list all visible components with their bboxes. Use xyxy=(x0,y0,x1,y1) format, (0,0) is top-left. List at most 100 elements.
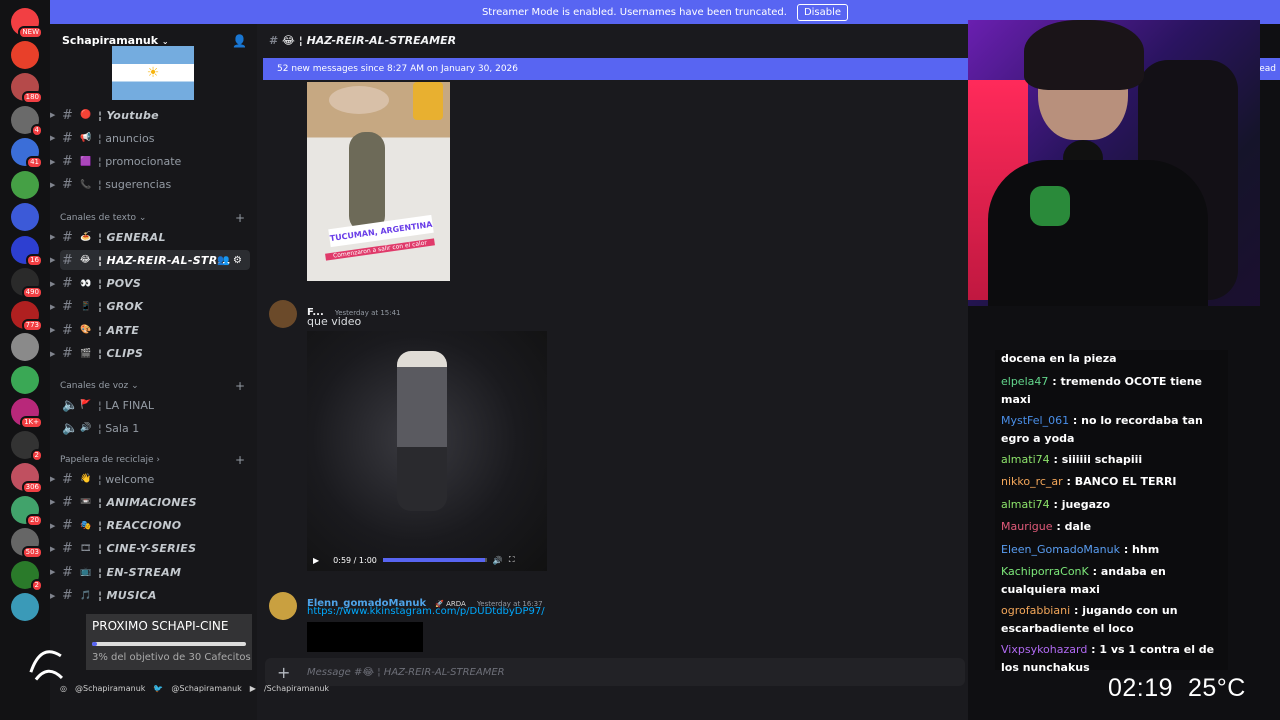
channel-label: ¦ HAZ-REIR-AL-STR... xyxy=(98,253,232,267)
chat-username[interactable]: KachiporraConK xyxy=(1001,565,1089,578)
disable-button[interactable]: Disable xyxy=(796,3,849,21)
chat-username[interactable]: almati74 xyxy=(1001,453,1050,466)
server-icon[interactable]: 20 xyxy=(11,495,43,527)
channel-welcome[interactable]: ▶ # 👋 ¦ welcome xyxy=(50,469,250,489)
chat-text: juegazo xyxy=(1061,497,1111,511)
channel-emoji-icon: 🎬 xyxy=(80,348,92,359)
mark-read-text[interactable]: ead xyxy=(1259,64,1276,74)
channel-label: ¦ welcome xyxy=(98,472,155,486)
channel-promocionate[interactable]: ▶ # 🟪 ¦ promocionate xyxy=(50,152,250,172)
chat-message: almati74 : juegazo xyxy=(1001,497,1111,511)
channel-arte[interactable]: ▶ # 🎨 ¦ ARTE xyxy=(50,320,250,340)
video-progress[interactable] xyxy=(382,558,487,562)
instagram-handle: @Schapiramanuk xyxy=(74,683,146,693)
add-channel-icon[interactable]: + xyxy=(235,453,245,467)
channel-animaciones[interactable]: ▶ # 📼 ¦ ANIMACIONES xyxy=(50,492,250,512)
add-channel-icon[interactable]: + xyxy=(235,211,245,225)
chevron-right-icon: ▶ xyxy=(50,591,56,600)
channel-emoji-icon: 🎭 xyxy=(80,520,92,531)
server-icon[interactable] xyxy=(11,365,39,394)
server-icon[interactable] xyxy=(11,333,39,361)
channel-label: ¦ anuncios xyxy=(98,131,155,145)
add-attachment-icon[interactable]: + xyxy=(277,663,290,682)
category-voz[interactable]: Canales de voz ⌄ xyxy=(60,381,139,391)
server-icon[interactable]: 180 xyxy=(11,73,43,104)
server-icon[interactable] xyxy=(11,170,39,199)
hash-icon: # xyxy=(62,322,73,338)
channel-youtube[interactable]: ▶ # 🔴 ¦ Youtube xyxy=(50,105,250,125)
chevron-right-icon: ▶ xyxy=(50,475,56,483)
channel-anuncios[interactable]: ▶ # 📢 ¦ anuncios xyxy=(50,128,250,148)
channel-grok[interactable]: ▶ # 📱 ¦ GROK xyxy=(50,297,250,317)
unread-badge: 773 xyxy=(21,318,43,332)
sun-icon: ☀ xyxy=(146,65,160,81)
server-icon[interactable]: 2 xyxy=(11,560,43,592)
channel-povs[interactable]: ▶ # 👀 ¦ POVS xyxy=(50,274,250,294)
clock: 02:19 xyxy=(1108,674,1174,702)
server-icon[interactable]: 306 xyxy=(11,463,43,494)
hash-icon: # xyxy=(62,252,73,268)
video-player[interactable] xyxy=(307,331,547,571)
server-icon[interactable] xyxy=(11,40,39,69)
channel-sugerencias[interactable]: ▶ # 📞 ¦ sugerencias xyxy=(50,175,250,195)
server-icon[interactable]: NEW xyxy=(11,8,43,39)
channel-label: ¦ sugerencias xyxy=(98,178,172,192)
server-icon[interactable] xyxy=(11,593,39,621)
fullscreen-icon[interactable]: ⛶ xyxy=(509,555,515,565)
server-icon[interactable]: 490 xyxy=(11,268,43,299)
channel-la-final[interactable]: 🔈 🚩 ¦ LA FINAL xyxy=(60,395,250,415)
settings-icon[interactable]: 👥 ⚙ xyxy=(217,255,242,266)
temperature: 25°C xyxy=(1187,674,1246,702)
server-icon[interactable]: 2 xyxy=(11,430,43,462)
chat-username[interactable]: Eleen_GomadoManuk xyxy=(1001,543,1120,556)
avatar[interactable] xyxy=(269,300,297,328)
avatar[interactable] xyxy=(269,592,297,620)
chevron-right-icon: ▶ xyxy=(50,180,56,189)
unread-badge: 16 xyxy=(26,253,43,267)
chat-username[interactable]: Vixpsykohazard xyxy=(1001,643,1087,656)
channel-en-stream[interactable]: ▶ # 📺 ¦ EN-STREAM xyxy=(50,562,250,582)
chat-username[interactable]: almati74 xyxy=(1001,498,1050,511)
play-icon[interactable]: ▶ xyxy=(313,556,319,565)
channel-label: ¦ GROK xyxy=(98,300,144,314)
channel-general[interactable]: ▶ # 🍝 ¦ GENERAL xyxy=(50,227,250,247)
add-member-icon[interactable]: 👤 xyxy=(232,34,247,48)
server-icon[interactable]: 773 xyxy=(11,300,43,332)
channel-cine-y-series[interactable]: ▶ # 🎞 ¦ CINE-Y-SERIES xyxy=(50,539,250,559)
channel-sala-1[interactable]: 🔈 🔊 ¦ Sala 1 xyxy=(60,418,250,438)
person-shirt xyxy=(988,160,1208,306)
server-icon[interactable]: 16 xyxy=(11,235,43,267)
hash-icon: # xyxy=(62,130,73,146)
chat-username[interactable]: nikko_rc_ar xyxy=(1001,475,1063,488)
server-icon[interactable]: 503 xyxy=(11,528,43,559)
chat-username[interactable]: Maurigue xyxy=(1001,520,1053,533)
volume-icon[interactable]: 🔊 xyxy=(493,556,503,565)
add-channel-icon[interactable]: + xyxy=(235,379,245,393)
server-icon[interactable] xyxy=(11,203,39,231)
chat-username[interactable]: ogrofabbiani xyxy=(1001,604,1070,617)
message-link[interactable]: https://www.kkinstagram.com/p/DUDtdbyDP9… xyxy=(307,606,545,617)
hash-icon: # xyxy=(62,564,73,580)
image-attachment[interactable]: TUCUMAN, ARGENTINA Comenzaron a salir co… xyxy=(307,82,450,281)
server-icon[interactable]: 1K+ xyxy=(11,398,43,429)
chat-username[interactable]: elpela47 xyxy=(1001,375,1048,388)
server-icon[interactable]: 4 xyxy=(11,105,43,137)
channel-emoji-icon: 📺 xyxy=(80,567,92,578)
category-reciclaje[interactable]: Papelera de reciclaje › xyxy=(60,455,160,465)
social-bar: ◎ @Schapiramanuk 🐦 @Schapiramanuk ▶ /Schapi… xyxy=(60,680,400,696)
embed-preview xyxy=(307,622,423,652)
chevron-right-icon: ▶ xyxy=(50,157,56,166)
instagram-icon: ◎ xyxy=(60,683,67,693)
chat-username[interactable]: MystFel_061 xyxy=(1001,414,1069,427)
category-texto[interactable]: Canales de texto ⌄ xyxy=(60,213,146,223)
server-icon[interactable]: 41 xyxy=(11,138,43,169)
channel-musica[interactable]: ▶ # 🎵 ¦ MUSICA xyxy=(50,586,250,606)
channel-clips[interactable]: ▶ # 🎬 ¦ CLIPS xyxy=(50,344,250,364)
channel-haz-reir-al-str[interactable]: ▶ # 😂 ¦ HAZ-REIR-AL-STR... 👥 ⚙ xyxy=(50,250,250,271)
channel-emoji-icon: 🍝 xyxy=(80,232,92,242)
hash-icon: # xyxy=(269,34,283,47)
unread-badge: 490 xyxy=(21,286,43,299)
channel-reacciono[interactable]: ▶ # 🎭 ¦ REACCIONO xyxy=(50,516,250,536)
chat-text: BANCO EL TERRI xyxy=(1074,475,1177,488)
hash-icon: # xyxy=(62,494,73,510)
